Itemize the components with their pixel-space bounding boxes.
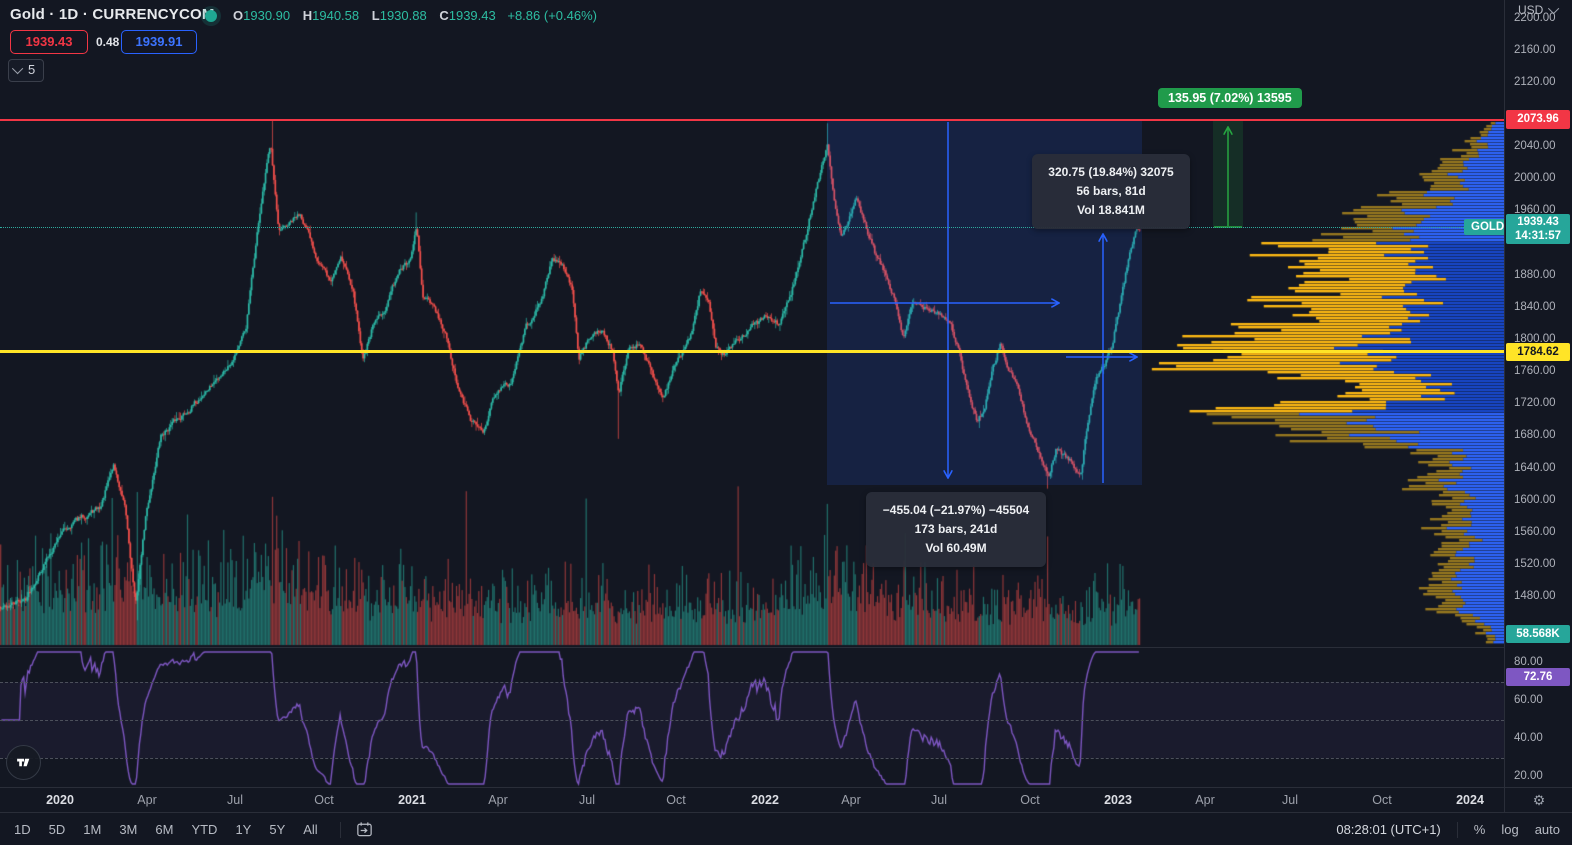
rsi-value-label: 72.76: [1506, 668, 1570, 686]
range-tooltip-up-line3: Vol 18.841M: [1042, 201, 1180, 220]
price-tick: 1600.00: [1514, 494, 1556, 506]
price-tick: 2000.00: [1514, 172, 1556, 184]
last-price-dotted-line: [0, 227, 1504, 228]
time-tick: Apr: [488, 793, 507, 807]
symbol-title[interactable]: Gold · 1D · CURRENCYCOM: [10, 6, 215, 23]
price-tick: 1560.00: [1514, 526, 1556, 538]
resistance-line[interactable]: [0, 119, 1504, 121]
rsi-tick: 20.00: [1514, 770, 1543, 782]
time-tick: Oct: [314, 793, 333, 807]
time-axis[interactable]: 2020 Apr Jul Oct 2021 Apr Jul Oct 2022 Apr Jul Oct 2…: [0, 787, 1504, 813]
time-tick: Apr: [137, 793, 156, 807]
log-scale-button[interactable]: log: [1501, 822, 1518, 837]
market-status-dot[interactable]: [205, 10, 217, 22]
range-tooltip-down: −455.04 (−21.97%) −45504 173 bars, 241d …: [866, 492, 1046, 567]
toolbar-divider: [1457, 822, 1458, 838]
time-tick: Oct: [1020, 793, 1039, 807]
time-tick: 2021: [398, 793, 426, 807]
volume-value-label: 58.568K: [1506, 625, 1570, 643]
spread-value: 0.48: [96, 35, 119, 49]
toolbar-right: 08:28:01 (UTC+1) % log auto: [1336, 813, 1560, 845]
price-tick: 1880.00: [1514, 269, 1556, 281]
time-tick: 2022: [751, 793, 779, 807]
high-value: 1940.58: [312, 8, 359, 23]
time-tick: Apr: [841, 793, 860, 807]
close-label: C: [439, 8, 448, 23]
gear-icon[interactable]: ⚙: [1533, 792, 1546, 808]
time-tick: 2024: [1456, 793, 1484, 807]
range-button-3m[interactable]: 3M: [119, 822, 137, 837]
price-tick: 1640.00: [1514, 462, 1556, 474]
range-button-ytd[interactable]: YTD: [191, 822, 217, 837]
price-tick: 1520.00: [1514, 558, 1556, 570]
time-tick: Jul: [1282, 793, 1298, 807]
range-switcher: 1D 5D 1M 3M 6M YTD 1Y 5Y All: [14, 813, 374, 845]
price-tick: 2200.00: [1514, 12, 1556, 24]
time-tick: Oct: [666, 793, 685, 807]
go-to-date-icon[interactable]: [355, 820, 374, 839]
rsi-tick: 60.00: [1514, 694, 1543, 706]
price-tick: 1840.00: [1514, 301, 1556, 313]
range-tooltip-up: 320.75 (19.84%) 32075 56 bars, 81d Vol 1…: [1032, 154, 1190, 229]
price-tick: 2120.00: [1514, 76, 1556, 88]
price-tick: 2160.00: [1514, 44, 1556, 56]
support-price-label: 1784.62: [1506, 343, 1570, 361]
range-button-1m[interactable]: 1M: [83, 822, 101, 837]
range-tooltip-down-line3: Vol 60.49M: [876, 539, 1036, 558]
axis-settings-corner[interactable]: ⚙: [1504, 787, 1572, 813]
open-label: O: [233, 8, 243, 23]
range-tooltip-up-line2: 56 bars, 81d: [1042, 182, 1180, 201]
time-tick: Jul: [227, 793, 243, 807]
bar-countdown: 14:31:57: [1506, 229, 1570, 243]
open-value: 1930.90: [243, 8, 290, 23]
resistance-price-label: 2073.96: [1506, 110, 1570, 129]
price-axis[interactable]: USD 2200.002160.002120.002040.002000.001…: [1504, 0, 1572, 787]
time-tick: 2020: [46, 793, 74, 807]
toolbar-divider: [340, 822, 341, 838]
indicator-count: 5: [28, 62, 35, 77]
close-value: 1939.43: [449, 8, 496, 23]
time-tick: Jul: [931, 793, 947, 807]
price-tick: 1480.00: [1514, 590, 1556, 602]
range-tooltip-up-line1: 320.75 (19.84%) 32075: [1042, 163, 1180, 182]
tradingview-logo[interactable]: [6, 745, 41, 780]
time-tick: Oct: [1372, 793, 1391, 807]
low-label: L: [372, 8, 380, 23]
tradingview-chart-window: 135.95 (7.02%) 13595 320.75 (19.84%) 320…: [0, 0, 1572, 845]
clock-display[interactable]: 08:28:01 (UTC+1): [1336, 822, 1440, 837]
last-price-label: 1939.43 14:31:57: [1506, 214, 1570, 244]
auto-scale-button[interactable]: auto: [1535, 822, 1560, 837]
ohlc-readout: O1930.90 H1940.58 L1930.88 C1939.43 +8.8…: [233, 8, 597, 23]
range-button-5d[interactable]: 5D: [49, 822, 66, 837]
green-range-label: 135.95 (7.02%) 13595: [1158, 88, 1302, 108]
range-button-5y[interactable]: 5Y: [269, 822, 285, 837]
percent-scale-button[interactable]: %: [1474, 822, 1486, 837]
high-label: H: [303, 8, 312, 23]
price-tick: 1760.00: [1514, 365, 1556, 377]
sell-button[interactable]: 1939.43: [10, 30, 88, 54]
low-value: 1930.88: [380, 8, 427, 23]
tradingview-logo-icon: [15, 754, 32, 771]
support-line-yellow[interactable]: [0, 350, 1504, 353]
range-button-6m[interactable]: 6M: [155, 822, 173, 837]
time-tick: 2023: [1104, 793, 1132, 807]
range-button-1y[interactable]: 1Y: [235, 822, 251, 837]
price-tick: 1680.00: [1514, 429, 1556, 441]
range-button-1d[interactable]: 1D: [14, 822, 31, 837]
time-tick: Jul: [579, 793, 595, 807]
range-tooltip-down-line2: 173 bars, 241d: [876, 520, 1036, 539]
range-button-all[interactable]: All: [303, 822, 317, 837]
bottom-toolbar: 1D 5D 1M 3M 6M YTD 1Y 5Y All 08:28:01 (UTC+1) % …: [0, 812, 1572, 845]
price-tick: 1720.00: [1514, 397, 1556, 409]
chevron-down-icon: [12, 63, 23, 74]
rsi-tick: 40.00: [1514, 732, 1543, 744]
change-value: +8.86 (+0.46%): [507, 8, 597, 23]
indicators-dropdown[interactable]: 5: [8, 59, 44, 82]
price-tick: 2040.00: [1514, 140, 1556, 152]
time-tick: Apr: [1195, 793, 1214, 807]
buy-button[interactable]: 1939.91: [121, 30, 197, 54]
last-price-value: 1939.43: [1506, 215, 1570, 229]
rsi-tick: 80.00: [1514, 656, 1543, 668]
range-tooltip-down-line1: −455.04 (−21.97%) −45504: [876, 501, 1036, 520]
